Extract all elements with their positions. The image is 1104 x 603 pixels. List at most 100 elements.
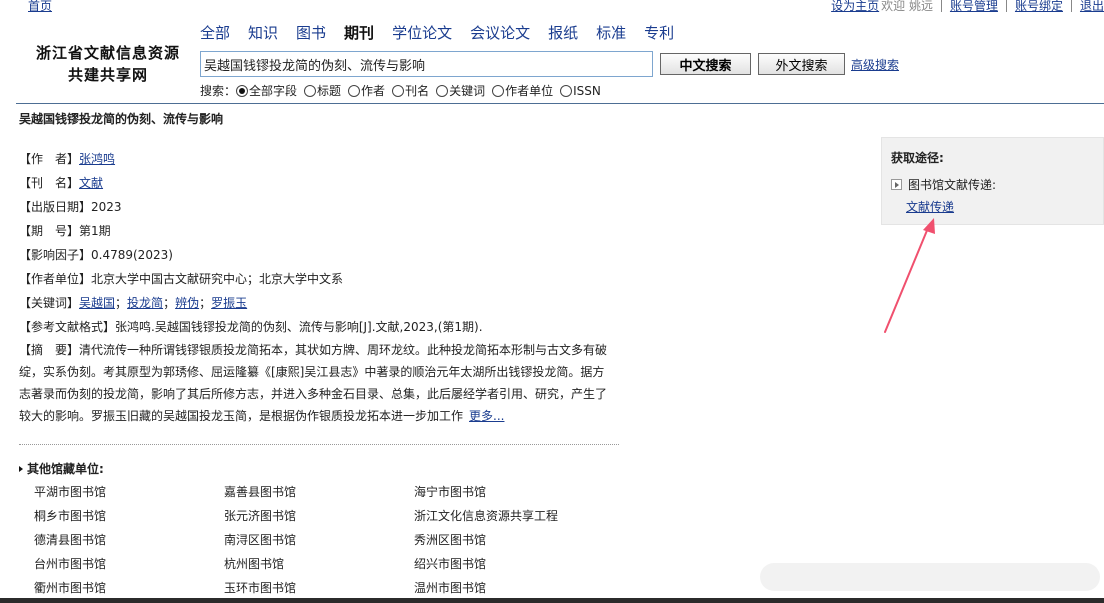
radio-label: 关键词 (449, 84, 486, 98)
bullet-icon (19, 465, 23, 472)
library-item: 海宁市图书馆 (414, 485, 487, 499)
keyword-link[interactable]: 投龙简 (127, 296, 163, 310)
radio-title[interactable]: 标题 (304, 82, 341, 99)
tab-patents[interactable]: 专利 (644, 23, 674, 43)
radio-label: 标题 (317, 84, 342, 98)
radio-checked-icon[interactable] (236, 84, 249, 97)
meta-label: 【关键词】 (19, 296, 80, 310)
article-metadata: 【作 者】张鸿鸣 【刊 名】文献 【出版日期】2023 【期 号】第1期 【影响… (19, 151, 619, 427)
meta-value: 北京大学中国古文献研究中心；北京大学中文系 (91, 272, 344, 286)
account-manage-link[interactable]: 账号管理 (950, 0, 998, 12)
library-item: 玉环市图书馆 (224, 581, 297, 595)
radio-all-fields[interactable]: 全部字段 (236, 82, 297, 99)
library-item: 桐乡市图书馆 (34, 509, 107, 523)
meta-keywords-row: 【关键词】吴越国；投龙简；辨伪；罗振玉 (19, 295, 619, 319)
meta-label: 【影响因子】 (19, 248, 92, 262)
radio-icon[interactable] (436, 84, 449, 97)
tab-theses[interactable]: 学位论文 (392, 23, 452, 43)
logo-line-1: 浙江省文献信息资源 (35, 44, 180, 62)
foreign-search-button[interactable]: 外文搜索 (758, 53, 845, 75)
more-link[interactable]: 更多... (469, 409, 504, 423)
radio-label: 作者单位 (505, 84, 554, 98)
library-item: 衢州市图书馆 (34, 581, 107, 595)
tab-conference[interactable]: 会议论文 (470, 23, 530, 43)
library-item: 张元济图书馆 (224, 509, 297, 523)
radio-keyword[interactable]: 关键词 (436, 82, 485, 99)
logout-link[interactable]: 退出 (1080, 0, 1104, 12)
set-homepage-link[interactable]: 设为主页 (831, 0, 879, 12)
library-item: 温州市图书馆 (414, 581, 487, 595)
header-divider (16, 103, 1104, 104)
keyword-link[interactable]: 罗振玉 (211, 296, 247, 310)
access-panel: 获取途径: 图书馆文献传递: 文献传递 (881, 137, 1104, 225)
meta-impact-row: 【影响因子】0.4789(2023) (19, 247, 619, 271)
radio-journal-name[interactable]: 刊名 (392, 82, 429, 99)
library-item: 平湖市图书馆 (34, 485, 107, 499)
author-link[interactable]: 张鸿鸣 (79, 152, 115, 166)
tab-books[interactable]: 图书 (296, 23, 326, 43)
window-bottom-edge (0, 598, 1104, 603)
divider (940, 0, 942, 12)
radio-icon[interactable] (492, 84, 505, 97)
document-delivery-link[interactable]: 文献传递 (906, 198, 954, 215)
article-title: 吴越国钱镠投龙简的伪刻、流传与影响 (19, 112, 224, 126)
welcome-text: 欢迎 姚远 (881, 0, 933, 13)
keyword-separator: ； (115, 296, 128, 310)
category-tabs: 全部 知识 图书 期刊 学位论文 会议论文 报纸 标准 专利 (200, 23, 692, 43)
library-item: 浙江文化信息资源共享工程 (414, 509, 559, 523)
home-link[interactable]: 首页 (28, 0, 52, 12)
keyword-link[interactable]: 吴越国 (79, 296, 115, 310)
journal-link[interactable]: 文献 (79, 176, 103, 190)
search-bar: 中文搜索 外文搜索 高级搜索 (200, 51, 899, 77)
top-bar-right: 设为主页 欢迎 姚远 账号管理 账号绑定 退出 (831, 0, 1104, 12)
radio-affiliation[interactable]: 作者单位 (492, 82, 553, 99)
holdings-title-text: 其他馆藏单位: (27, 462, 104, 476)
meta-author-row: 【作 者】张鸿鸣 (19, 151, 619, 175)
radio-icon[interactable] (348, 84, 361, 97)
account-bind-link[interactable]: 账号绑定 (1015, 0, 1063, 12)
meta-label: 【期 号】 (19, 224, 80, 238)
meta-affiliation-row: 【作者单位】北京大学中国古文献研究中心；北京大学中文系 (19, 271, 619, 295)
library-item: 杭州图书馆 (224, 557, 285, 571)
radio-icon[interactable] (560, 84, 573, 97)
library-item: 绍兴市图书馆 (414, 557, 487, 571)
radio-author[interactable]: 作者 (348, 82, 385, 99)
search-input[interactable] (200, 51, 653, 77)
access-option-label: 图书馆文献传递: (908, 178, 997, 192)
meta-label: 【出版日期】 (19, 200, 92, 214)
tab-newspapers[interactable]: 报纸 (548, 23, 578, 43)
tab-knowledge[interactable]: 知识 (248, 23, 278, 43)
tab-journals[interactable]: 期刊 (344, 23, 374, 43)
meta-value: 张鸿鸣.吴越国钱镠投龙简的伪刻、流传与影响[J].文献,2023,(第1期). (115, 320, 483, 334)
expand-arrow-icon[interactable] (891, 179, 902, 190)
library-item: 南浔区图书馆 (224, 533, 297, 547)
library-item: 秀洲区图书馆 (414, 533, 487, 547)
tab-standards[interactable]: 标准 (596, 23, 626, 43)
radio-label: ISSN (573, 83, 601, 98)
search-field-options: 搜索： 全部字段 标题 作者 刊名 关键词 作者单位 ISSN (200, 82, 608, 99)
advanced-search-link[interactable]: 高级搜索 (851, 56, 899, 73)
keyword-separator: ； (199, 296, 212, 310)
access-panel-title: 获取途径: (891, 151, 944, 165)
library-item: 嘉善县图书馆 (224, 485, 297, 499)
meta-issue-row: 【期 号】第1期 (19, 223, 619, 247)
keyword-separator: ； (163, 296, 176, 310)
tab-all[interactable]: 全部 (200, 23, 230, 43)
meta-label: 【参考文献格式】 (19, 320, 116, 334)
top-bar: 首页 设为主页 欢迎 姚远 账号管理 账号绑定 退出 (0, 0, 1104, 14)
divider (1070, 0, 1072, 12)
access-option: 图书馆文献传递: (891, 176, 996, 193)
radio-issn[interactable]: ISSN (560, 84, 601, 98)
logo-line-2: 共建共享网 (67, 66, 148, 84)
radio-icon[interactable] (304, 84, 317, 97)
library-item: 台州市图书馆 (34, 557, 107, 571)
site-logo[interactable]: 浙江省文献信息资源 共建共享网 (28, 42, 188, 86)
meta-label: 【作 者】 (19, 152, 80, 166)
chinese-search-button[interactable]: 中文搜索 (660, 53, 751, 75)
meta-label: 【作者单位】 (19, 272, 92, 286)
holdings-title: 其他馆藏单位: (19, 460, 104, 477)
overlay-scrollbar[interactable] (760, 563, 1100, 591)
radio-icon[interactable] (392, 84, 405, 97)
keyword-link[interactable]: 辨伪 (175, 296, 199, 310)
search-field-label: 搜索： (200, 84, 237, 98)
